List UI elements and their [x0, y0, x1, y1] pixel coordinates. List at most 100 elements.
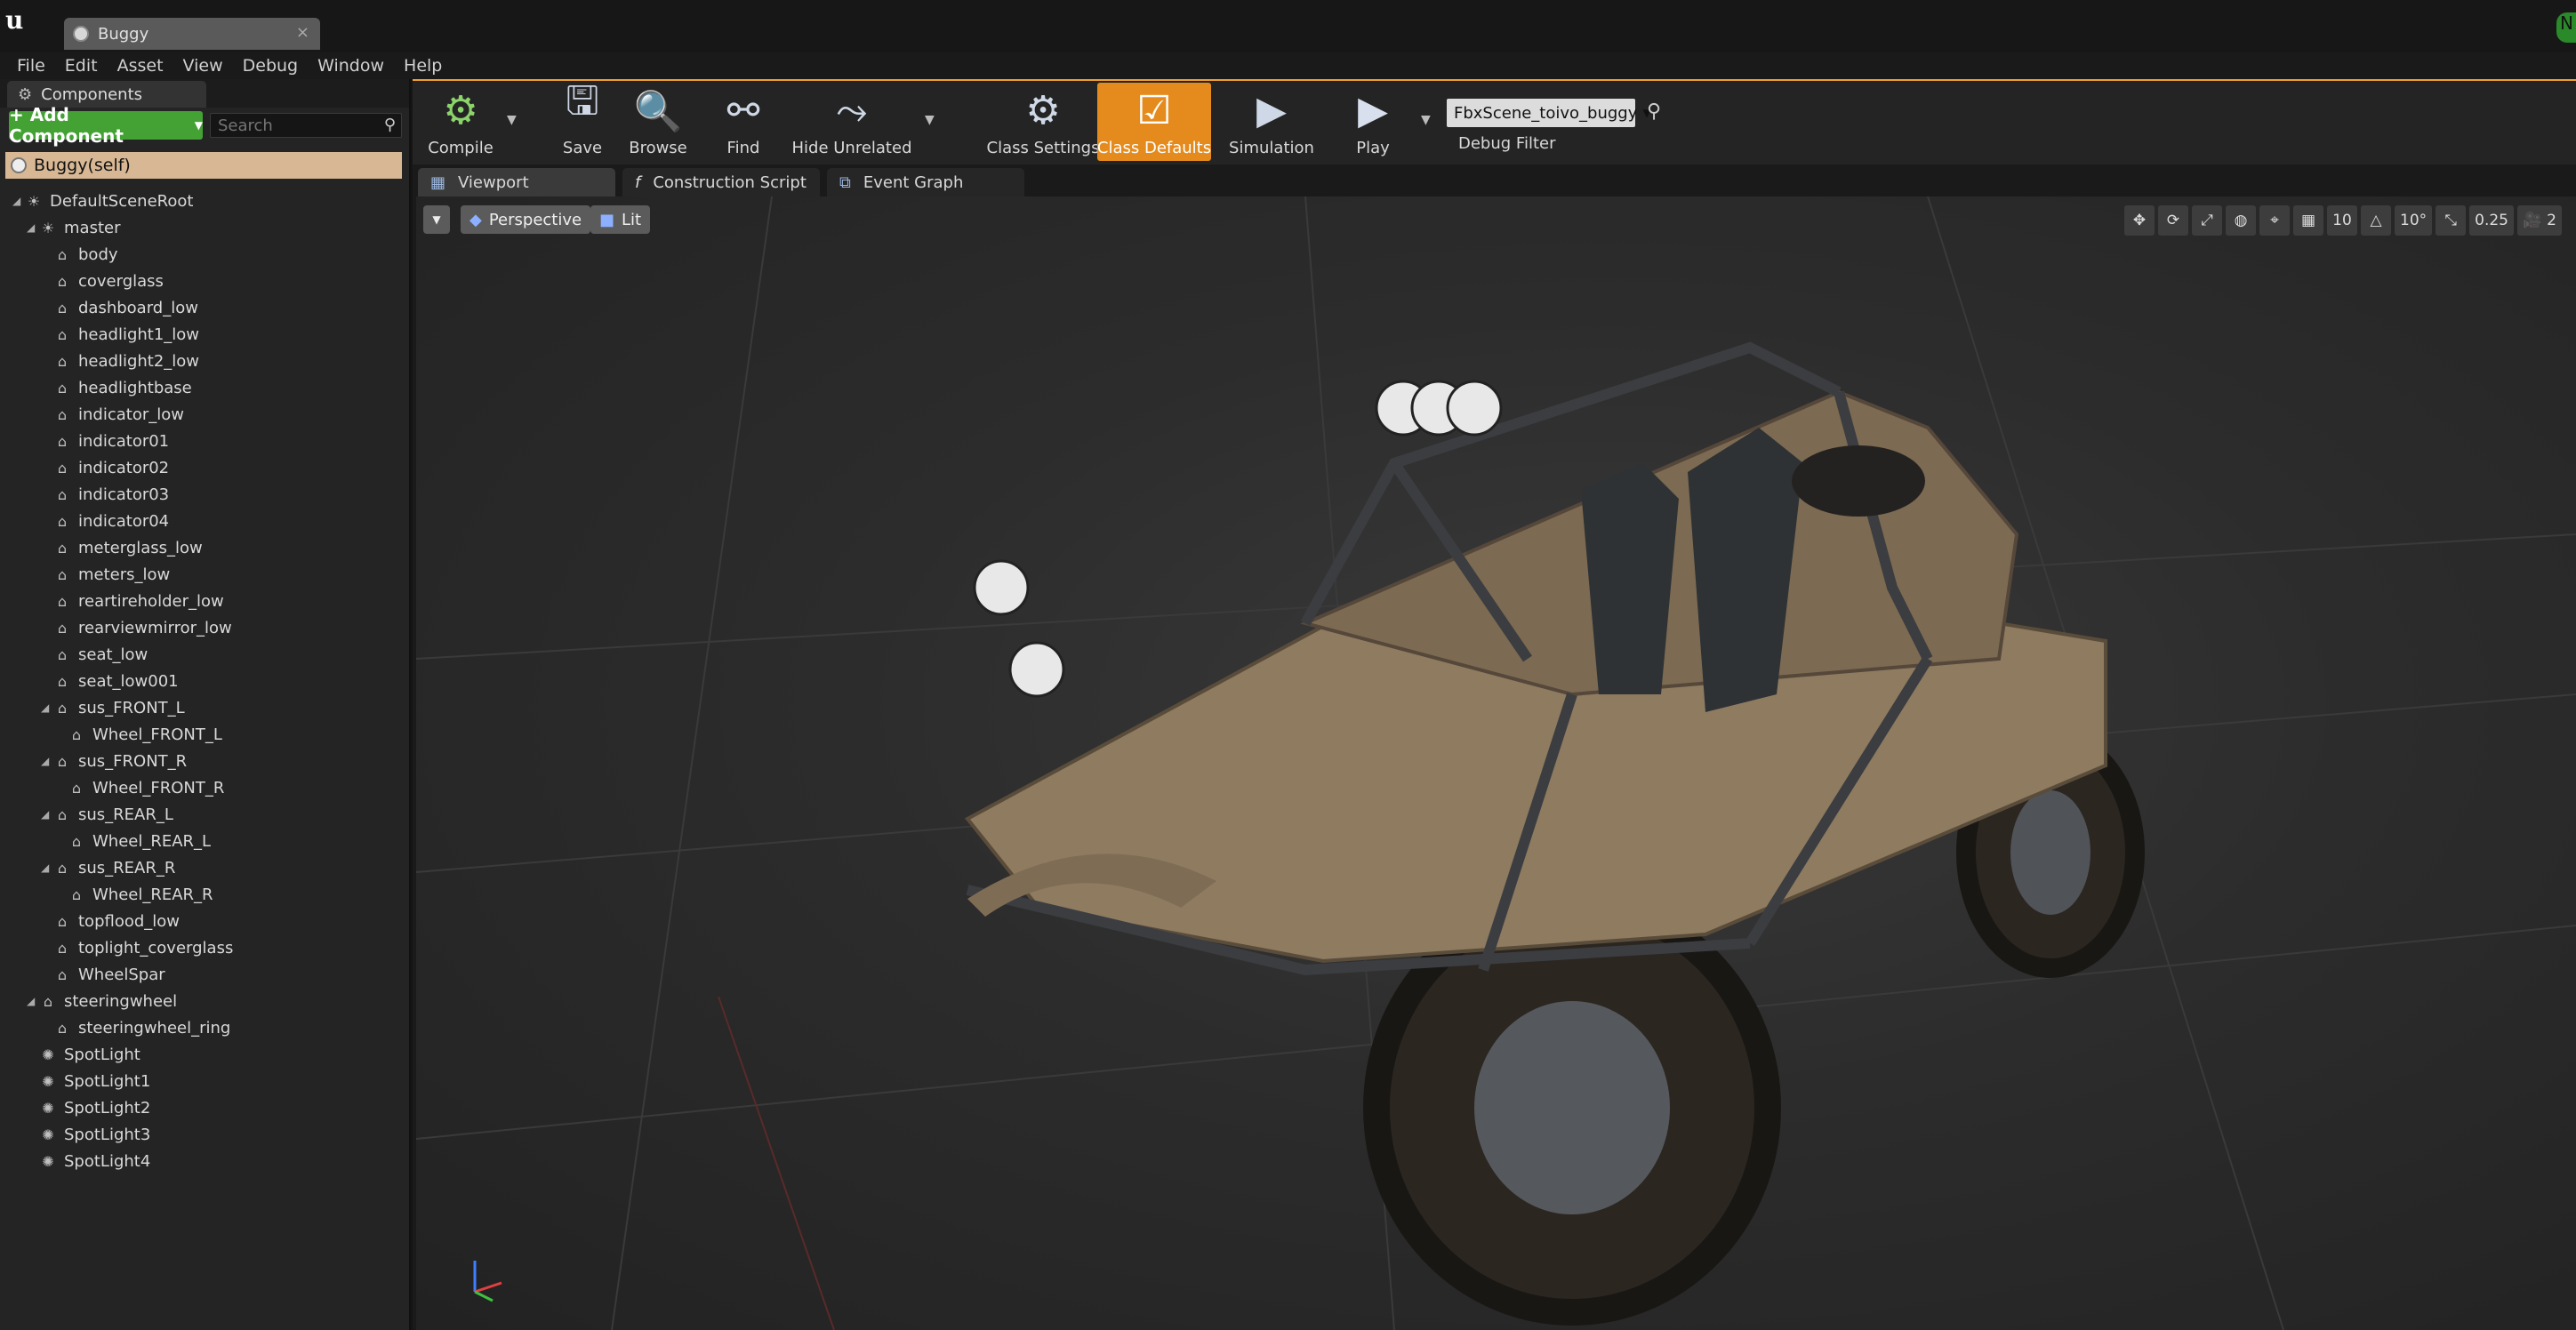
tree-item[interactable]: ✺ SpotLight1 — [0, 1068, 409, 1094]
menu-help[interactable]: Help — [404, 56, 442, 76]
tree-item[interactable]: ⌂ toplight_coverglass — [0, 934, 409, 961]
compile-button[interactable]: ⚙ Compile — [416, 83, 505, 161]
rotation-snap-value[interactable]: 10° — [2395, 205, 2433, 236]
debug-search-icon[interactable]: ⚲ — [1647, 100, 1661, 123]
save-button[interactable]: 🖫 Save — [555, 78, 610, 161]
tree-item[interactable]: ⌂ body — [0, 241, 409, 268]
tree-item[interactable]: ⌂ reartireholder_low — [0, 588, 409, 614]
expand-arrow-icon[interactable]: ◢ — [41, 701, 53, 714]
browse-button[interactable]: 🔍 Browse — [622, 83, 694, 161]
find-button[interactable]: ⚯ Find — [718, 83, 768, 161]
expand-arrow-icon[interactable]: ◢ — [41, 755, 53, 767]
tree-item[interactable]: ⌂ rearviewmirror_low — [0, 614, 409, 641]
tree-item[interactable]: ⌂ meterglass_low — [0, 534, 409, 561]
component-tree: ◢ ☀ DefaultSceneRoot ◢ ☀ master ⌂ body ⌂ covergla… — [0, 188, 409, 1174]
tree-item[interactable]: ✺ SpotLight2 — [0, 1094, 409, 1121]
tree-item[interactable]: ⌂ headlightbase — [0, 374, 409, 401]
tree-item[interactable]: ✺ SpotLight4 — [0, 1148, 409, 1174]
menu-file[interactable]: File — [17, 56, 45, 76]
source-control-icon[interactable]: N — [2556, 12, 2576, 43]
tree-item[interactable]: ⌂ indicator02 — [0, 454, 409, 481]
class-defaults-button[interactable]: ☑ Class Defaults — [1097, 83, 1211, 161]
tree-item[interactable]: ◢ ⌂ sus_REAR_R — [0, 854, 409, 881]
camera-speed-button[interactable]: 🎥 2 — [2517, 205, 2562, 236]
tab-viewport[interactable]: ▦ Viewport — [418, 168, 615, 196]
tree-item[interactable]: ◢ ⌂ sus_REAR_L — [0, 801, 409, 828]
tree-item[interactable]: ✺ SpotLight3 — [0, 1121, 409, 1148]
mesh-icon: ⌂ — [57, 805, 68, 823]
expand-arrow-icon[interactable]: ◢ — [41, 861, 53, 874]
tree-item[interactable]: ⌂ coverglass — [0, 268, 409, 294]
tree-item[interactable]: ⌂ Wheel_REAR_R — [0, 881, 409, 908]
expand-arrow-icon[interactable]: ◢ — [41, 808, 53, 821]
menu-asset[interactable]: Asset — [117, 56, 164, 76]
menu-window[interactable]: Window — [317, 56, 384, 76]
tree-item-label: Wheel_FRONT_R — [92, 778, 225, 797]
coordinate-space-icon[interactable]: ◍ — [2226, 205, 2256, 236]
translate-mode-icon[interactable]: ✥ — [2124, 205, 2155, 236]
scale-snap-value[interactable]: 0.25 — [2469, 205, 2514, 236]
tree-item[interactable]: ⌂ headlight1_low — [0, 321, 409, 348]
tree-item[interactable]: ⌂ seat_low001 — [0, 668, 409, 694]
tree-item[interactable]: ⌂ topflood_low — [0, 908, 409, 934]
close-tab-icon[interactable]: × — [296, 23, 309, 42]
hide-unrelated-icon: ⤳ — [836, 88, 868, 133]
unreal-logo-icon[interactable]: u — [5, 5, 36, 36]
spotlight-icon: ✺ — [42, 1046, 54, 1063]
tree-item[interactable]: ⌂ meters_low — [0, 561, 409, 588]
menu-view[interactable]: View — [183, 56, 223, 76]
scale-mode-icon[interactable]: ⤢ — [2192, 205, 2222, 236]
grid-snap-value[interactable]: 10 — [2327, 205, 2357, 236]
tree-item[interactable]: ◢ ☀ master — [0, 214, 409, 241]
tree-item[interactable]: ⌂ steeringwheel_ring — [0, 1014, 409, 1041]
viewport-options-button[interactable]: ▼ — [423, 205, 450, 234]
expand-arrow-icon[interactable]: ◢ — [12, 195, 25, 207]
tab-event-graph[interactable]: ⧉ Event Graph — [827, 168, 1024, 196]
tree-item[interactable]: ⌂ indicator01 — [0, 428, 409, 454]
debug-filter-dropdown[interactable]: FbxScene_toivo_buggy ▼ — [1447, 99, 1651, 127]
expand-arrow-icon[interactable]: ◢ — [27, 221, 39, 234]
perspective-button[interactable]: ◆ Perspective — [461, 205, 591, 234]
menu-debug[interactable]: Debug — [243, 56, 298, 76]
tree-item[interactable]: ✺ SpotLight — [0, 1041, 409, 1068]
self-component-item[interactable]: Buggy(self) — [5, 152, 402, 179]
mesh-icon: ⌂ — [57, 672, 68, 690]
component-search-input[interactable] — [211, 114, 371, 137]
scale-snap-icon[interactable]: ⤡ — [2436, 205, 2467, 236]
document-tab[interactable]: Buggy × — [64, 18, 320, 50]
compile-options-chevron-icon[interactable]: ▼ — [507, 113, 517, 127]
expand-arrow-icon[interactable]: ◢ — [27, 995, 39, 1007]
tree-item[interactable]: ⌂ indicator_low — [0, 401, 409, 428]
component-search-box[interactable]: ⚲ — [210, 113, 402, 138]
tree-item[interactable]: ⌂ WheelSpar — [0, 961, 409, 988]
play-button[interactable]: ▶ Play — [1341, 83, 1405, 161]
class-settings-icon: ⚙ — [1025, 88, 1061, 133]
class-settings-button[interactable]: ⚙ Class Settings — [978, 83, 1108, 161]
tree-item[interactable]: ⌂ headlight2_low — [0, 348, 409, 374]
3d-viewport[interactable]: ▼ ◆ Perspective ■ Lit ✥ ⟳ ⤢ ◍ ⌖ ▦ 10 △ 1… — [416, 196, 2576, 1330]
perspective-label: Perspective — [488, 210, 582, 229]
play-options-chevron-icon[interactable]: ▼ — [1421, 113, 1431, 127]
tree-item[interactable]: ◢ ⌂ steeringwheel — [0, 988, 409, 1014]
rotation-snap-icon[interactable]: △ — [2361, 205, 2391, 236]
simulation-button[interactable]: ▶ Simulation — [1220, 83, 1323, 161]
surface-snap-icon[interactable]: ⌖ — [2259, 205, 2290, 236]
tree-item[interactable]: ⌂ Wheel_FRONT_R — [0, 774, 409, 801]
tree-item[interactable]: ⌂ dashboard_low — [0, 294, 409, 321]
tree-item[interactable]: ◢ ⌂ sus_FRONT_R — [0, 748, 409, 774]
tree-item[interactable]: ◢ ☀ DefaultSceneRoot — [0, 188, 409, 214]
rotate-mode-icon[interactable]: ⟳ — [2158, 205, 2188, 236]
lit-button[interactable]: ■ Lit — [590, 205, 651, 234]
grid-snap-icon[interactable]: ▦ — [2293, 205, 2323, 236]
tree-item[interactable]: ⌂ seat_low — [0, 641, 409, 668]
tree-item[interactable]: ⌂ Wheel_REAR_L — [0, 828, 409, 854]
tree-item[interactable]: ◢ ⌂ sus_FRONT_L — [0, 694, 409, 721]
tree-item[interactable]: ⌂ indicator04 — [0, 508, 409, 534]
hide-unrelated-button[interactable]: ⤳ Hide Unrelated — [790, 83, 914, 161]
tree-item[interactable]: ⌂ indicator03 — [0, 481, 409, 508]
hide-unrelated-options-chevron-icon[interactable]: ▼ — [925, 113, 935, 127]
menu-edit[interactable]: Edit — [65, 56, 98, 76]
tab-construction-script[interactable]: f Construction Script — [622, 168, 820, 196]
add-component-button[interactable]: + Add Component ▼ — [9, 104, 203, 147]
tree-item[interactable]: ⌂ Wheel_FRONT_L — [0, 721, 409, 748]
